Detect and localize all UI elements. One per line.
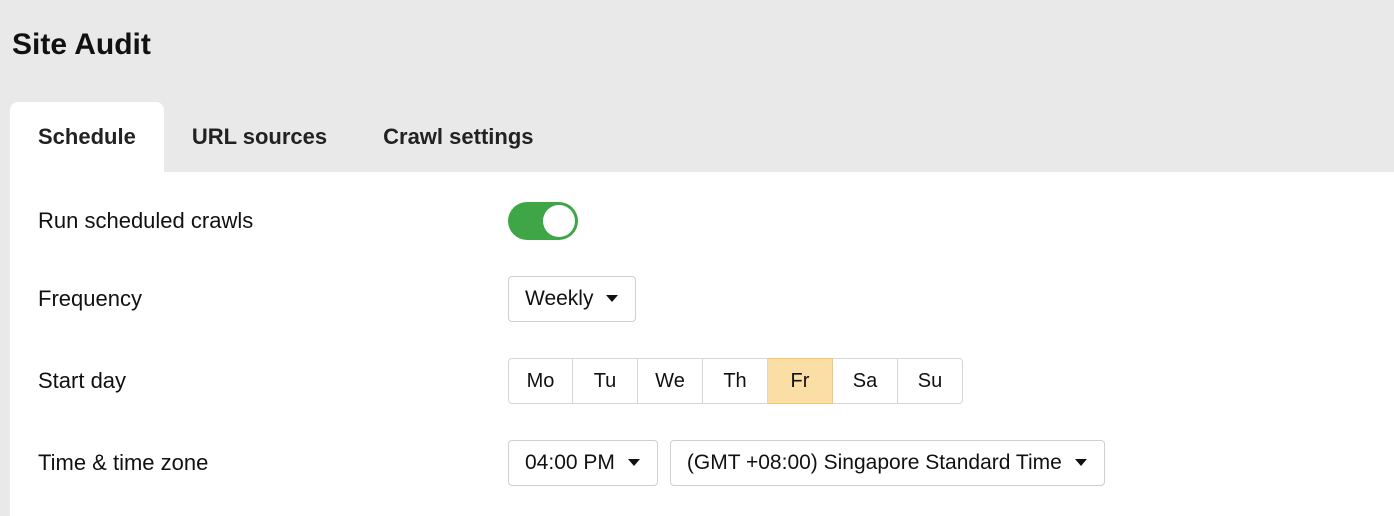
chevron-down-icon (605, 294, 619, 304)
tab-schedule[interactable]: Schedule (10, 102, 164, 172)
schedule-panel: Run scheduled crawls Frequency Weekly St… (10, 172, 1394, 516)
day-th[interactable]: Th (703, 358, 768, 404)
time-value: 04:00 PM (525, 451, 615, 475)
tab-url-sources[interactable]: URL sources (164, 102, 355, 172)
time-group: 04:00 PM (GMT +08:00) Singapore Standard… (508, 440, 1105, 486)
day-group: Mo Tu We Th Fr Sa Su (508, 358, 963, 404)
day-fr[interactable]: Fr (768, 358, 833, 404)
row-frequency: Frequency Weekly (38, 276, 1366, 322)
run-scheduled-label: Run scheduled crawls (38, 208, 508, 234)
timezone-select[interactable]: (GMT +08:00) Singapore Standard Time (670, 440, 1105, 486)
chevron-down-icon (1074, 458, 1088, 468)
page-title: Site Audit (0, 0, 1394, 62)
chevron-down-icon (627, 458, 641, 468)
time-select[interactable]: 04:00 PM (508, 440, 658, 486)
start-day-label: Start day (38, 368, 508, 394)
day-we[interactable]: We (638, 358, 703, 404)
day-sa[interactable]: Sa (833, 358, 898, 404)
frequency-value: Weekly (525, 287, 593, 311)
tabs: Schedule URL sources Crawl settings (0, 102, 1394, 172)
toggle-knob (543, 205, 575, 237)
day-tu[interactable]: Tu (573, 358, 638, 404)
timezone-value: (GMT +08:00) Singapore Standard Time (687, 451, 1062, 475)
frequency-label: Frequency (38, 286, 508, 312)
frequency-select[interactable]: Weekly (508, 276, 636, 322)
row-start-day: Start day Mo Tu We Th Fr Sa Su (38, 358, 1366, 404)
time-label: Time & time zone (38, 450, 508, 476)
row-run-scheduled: Run scheduled crawls (38, 202, 1366, 240)
run-scheduled-toggle[interactable] (508, 202, 578, 240)
day-su[interactable]: Su (898, 358, 963, 404)
tab-crawl-settings[interactable]: Crawl settings (355, 102, 561, 172)
day-mo[interactable]: Mo (508, 358, 573, 404)
row-time: Time & time zone 04:00 PM (GMT +08:00) S… (38, 440, 1366, 486)
